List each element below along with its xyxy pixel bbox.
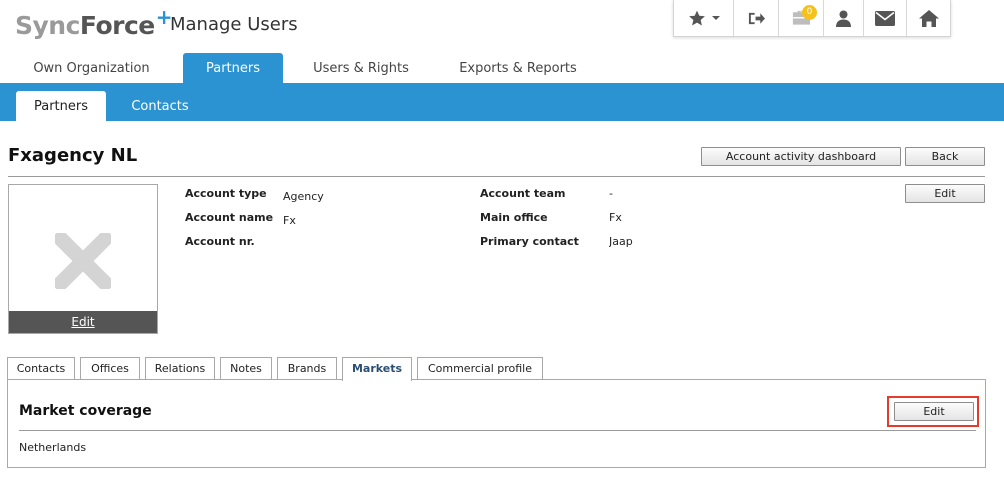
header-toolbar: 0 bbox=[673, 0, 951, 37]
favorites-menu-button[interactable] bbox=[674, 0, 734, 36]
photo-edit-link[interactable]: Edit bbox=[9, 311, 157, 333]
tab-partners[interactable]: Partners bbox=[183, 53, 283, 83]
detail-tab-commercial-profile[interactable]: Commercial profile bbox=[417, 357, 543, 380]
home-icon bbox=[918, 9, 939, 27]
profile-button[interactable] bbox=[824, 0, 864, 36]
main-office-label: Main office bbox=[480, 211, 548, 224]
sub-nav: Partners Contacts bbox=[0, 83, 1004, 121]
user-icon bbox=[836, 10, 851, 27]
market-coverage-title: Market coverage bbox=[19, 403, 152, 419]
account-activity-dashboard-button[interactable]: Account activity dashboard bbox=[701, 147, 901, 166]
account-photo: Edit bbox=[8, 184, 158, 334]
tab-exports-reports[interactable]: Exports & Reports bbox=[439, 53, 597, 83]
primary-contact-label: Primary contact bbox=[480, 235, 579, 248]
account-type-value: Agency bbox=[283, 190, 324, 203]
market-coverage-panel: Market coverage Netherlands bbox=[7, 379, 986, 468]
detail-tab-markets[interactable]: Markets bbox=[342, 357, 412, 381]
star-icon bbox=[688, 10, 705, 26]
primary-contact-value: Jaap bbox=[609, 235, 633, 248]
account-team-label: Account team bbox=[480, 187, 566, 200]
subtab-contacts[interactable]: Contacts bbox=[115, 91, 205, 121]
logout-icon bbox=[748, 12, 765, 24]
subtab-partners[interactable]: Partners bbox=[16, 91, 106, 121]
messages-button[interactable] bbox=[864, 0, 907, 36]
x-icon bbox=[55, 233, 111, 289]
detail-tab-contacts[interactable]: Contacts bbox=[7, 357, 75, 380]
market-coverage-divider bbox=[19, 430, 976, 431]
account-name-value: Fx bbox=[283, 214, 296, 227]
account-team-value: - bbox=[609, 187, 613, 200]
account-edit-button[interactable]: Edit bbox=[905, 184, 985, 203]
detail-tab-brands[interactable]: Brands bbox=[277, 357, 337, 380]
syncforce-logo[interactable]: Sync Force + bbox=[15, 5, 173, 45]
chevron-down-icon bbox=[711, 16, 720, 20]
app-title: Manage Users bbox=[170, 14, 298, 35]
main-nav: Own Organization Partners Users & Rights… bbox=[0, 53, 597, 83]
notification-badge: 0 bbox=[802, 5, 817, 20]
logo-force-text: Force bbox=[79, 11, 155, 40]
briefcase-button[interactable]: 0 bbox=[779, 0, 824, 36]
detail-tab-offices[interactable]: Offices bbox=[80, 357, 140, 380]
market-edit-highlight bbox=[887, 396, 979, 427]
page-title: Fxagency NL bbox=[8, 145, 138, 166]
detail-tab-relations[interactable]: Relations bbox=[145, 357, 215, 380]
account-type-label: Account type bbox=[185, 187, 267, 200]
envelope-icon bbox=[875, 10, 895, 26]
logo-sync-text: Sync bbox=[15, 11, 80, 40]
back-button[interactable]: Back bbox=[905, 147, 985, 166]
tab-users-rights[interactable]: Users & Rights bbox=[283, 53, 439, 83]
detail-tab-notes[interactable]: Notes bbox=[220, 357, 272, 380]
market-value: Netherlands bbox=[19, 441, 87, 454]
account-name-label: Account name bbox=[185, 211, 274, 224]
logout-button[interactable] bbox=[734, 0, 779, 36]
tab-own-organization[interactable]: Own Organization bbox=[0, 53, 183, 83]
main-office-value: Fx bbox=[609, 211, 622, 224]
account-nr-label: Account nr. bbox=[185, 235, 255, 248]
title-divider bbox=[8, 176, 985, 177]
home-button[interactable] bbox=[907, 0, 950, 36]
